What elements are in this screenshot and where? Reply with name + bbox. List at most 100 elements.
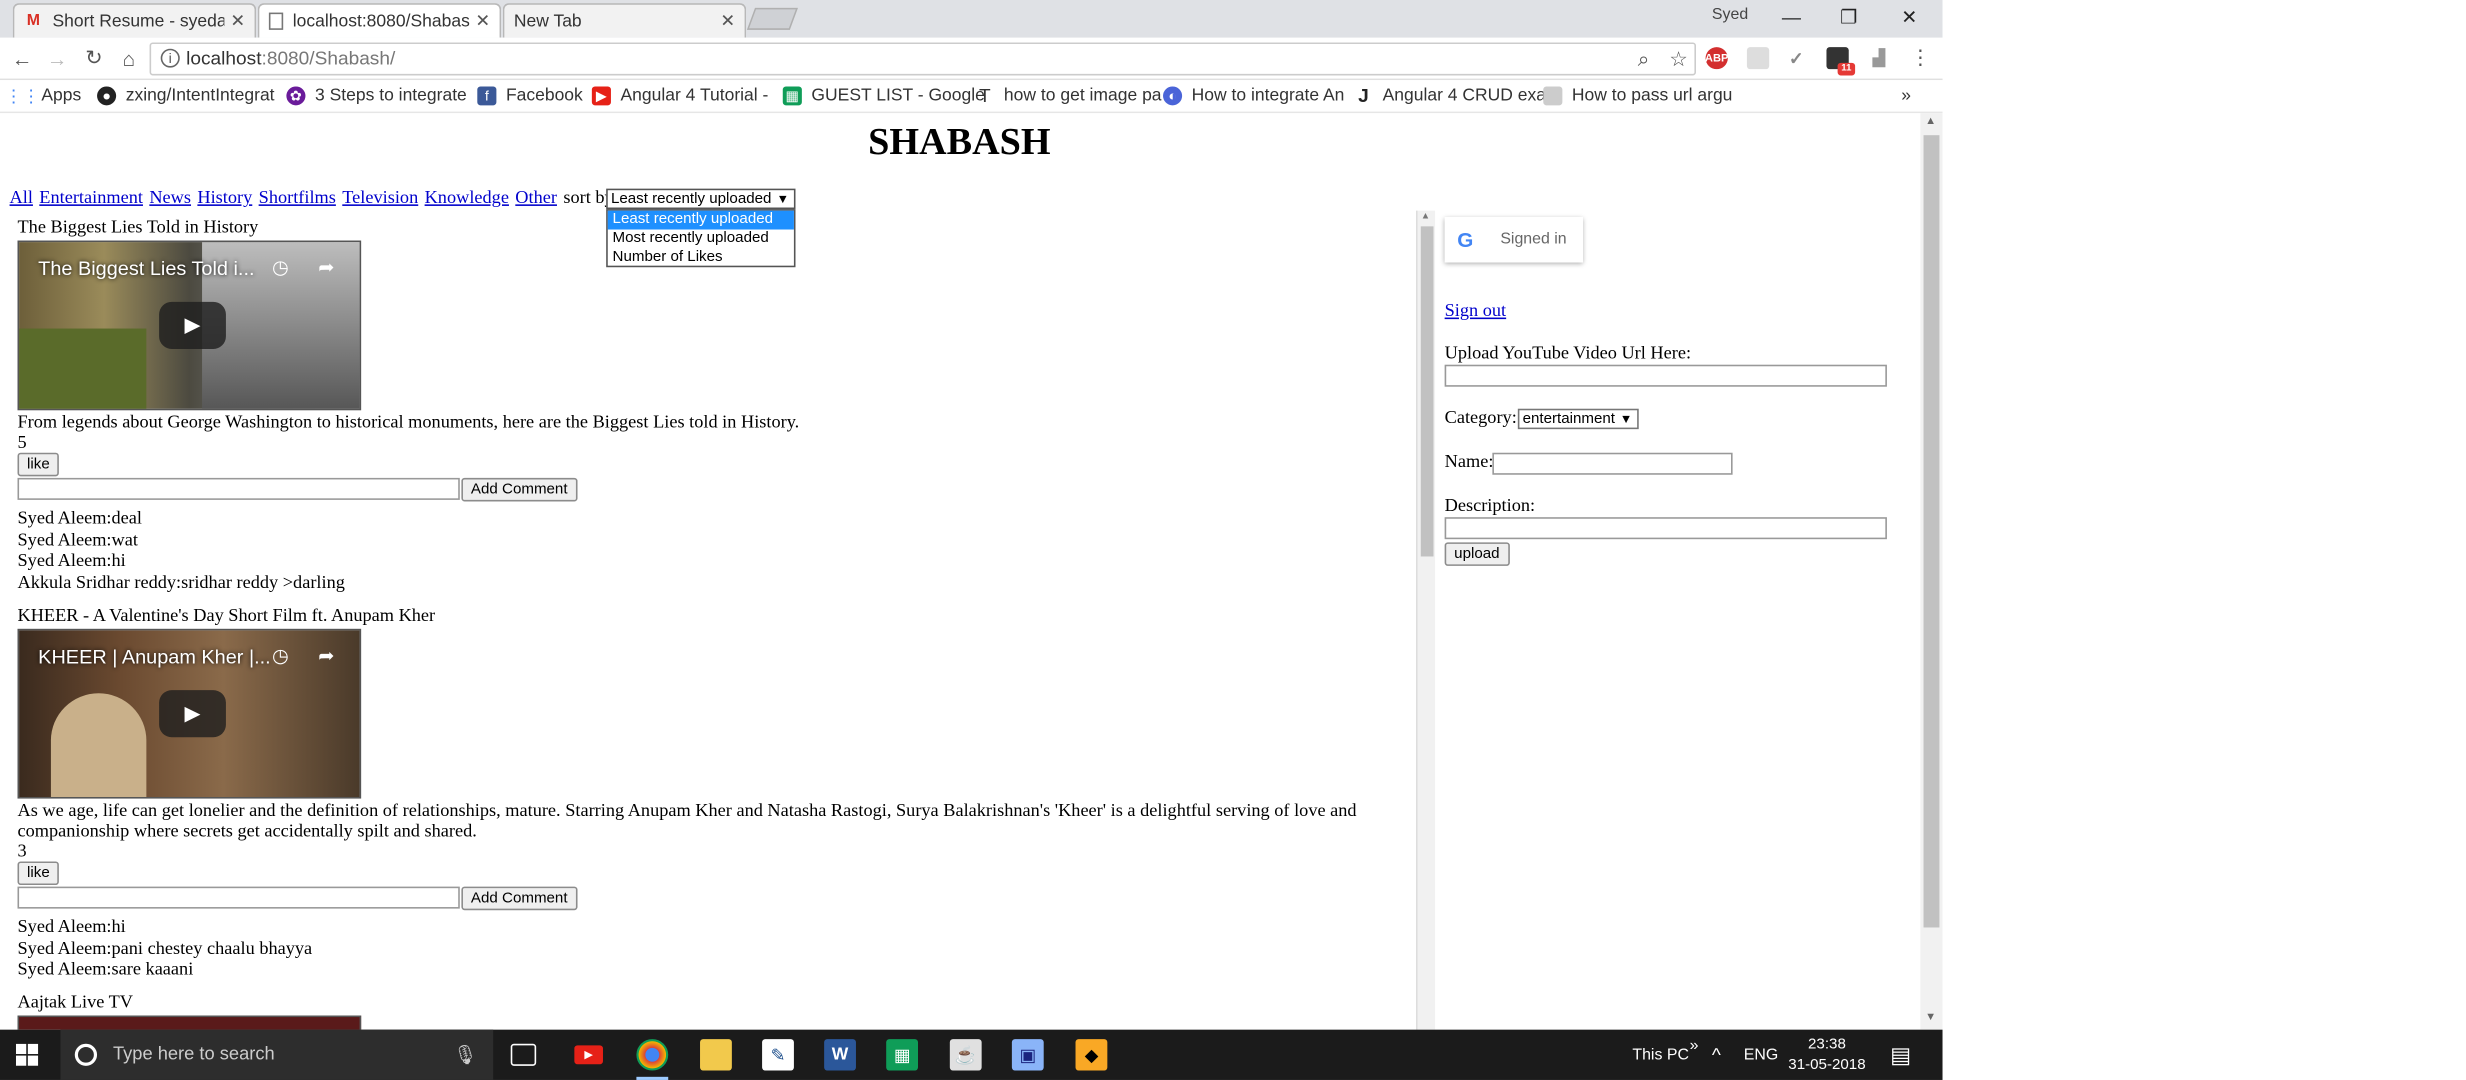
scroll-up-icon[interactable]: ▲: [1421, 212, 1430, 221]
youtube-taskbar-icon[interactable]: ▶: [574, 1045, 603, 1065]
share-icon[interactable]: ➦: [318, 256, 334, 280]
bookmark-item[interactable]: ▦ GUEST LIST - Google: [782, 83, 985, 108]
watch-later-icon[interactable]: ◷: [272, 645, 289, 669]
bookmarks-overflow-icon[interactable]: »: [1901, 83, 1911, 108]
bookmark-item[interactable]: ✿ 3 Steps to integrate: [286, 83, 467, 108]
tab-gmail[interactable]: M Short Resume - syedaleem ✕: [12, 3, 257, 38]
toolbar-overflow[interactable]: »: [1690, 1020, 1699, 1070]
minimize-icon[interactable]: —: [1763, 0, 1820, 35]
add-comment-button[interactable]: Add Comment: [461, 477, 578, 502]
notepad-icon[interactable]: ✎: [762, 1039, 794, 1071]
extension-icon[interactable]: [1746, 47, 1770, 70]
upload-button[interactable]: upload: [1444, 542, 1510, 566]
home-icon[interactable]: ⌂: [116, 46, 141, 71]
comment-list: Syed Aleem:deal Syed Aleem:wat Syed Alee…: [18, 509, 1386, 594]
video-feed: All Entertainment News History Shortfilms Tel…: [0, 113, 1416, 1030]
new-tab-button[interactable]: [746, 7, 798, 30]
profile-name[interactable]: Syed: [1712, 6, 1748, 23]
language-indicator[interactable]: ENG: [1744, 1030, 1778, 1080]
category-history-link[interactable]: History: [197, 189, 252, 208]
site-icon: ✿: [286, 86, 306, 106]
sign-out-link[interactable]: Sign out: [1445, 302, 1507, 321]
bookmark-item[interactable]: f Facebook: [477, 83, 583, 108]
bookmark-star-icon[interactable]: ☆: [1666, 47, 1691, 72]
category-news-link[interactable]: News: [149, 189, 191, 208]
close-icon[interactable]: ✕: [475, 11, 490, 32]
sort-option[interactable]: Number of Likes: [608, 248, 794, 267]
microphone-icon[interactable]: 🎙: [453, 1044, 477, 1066]
site-icon: [1543, 86, 1563, 106]
name-input[interactable]: [1492, 452, 1733, 475]
spreadsheet-icon[interactable]: ▦: [886, 1039, 919, 1071]
ide-icon[interactable]: ◆: [1075, 1039, 1108, 1071]
info-icon[interactable]: i: [160, 48, 180, 68]
watch-later-icon[interactable]: ◷: [272, 256, 289, 280]
close-icon[interactable]: ✕: [720, 11, 735, 32]
feed-scrollbar[interactable]: ▲: [1415, 210, 1436, 1030]
task-view-icon[interactable]: [510, 1043, 537, 1066]
taskbar-search-box[interactable]: Type here to search 🎙: [60, 1029, 494, 1080]
tab-new-tab[interactable]: New Tab ✕: [502, 3, 747, 38]
chart-extension-icon[interactable]: ▟: [1868, 47, 1890, 69]
like-button[interactable]: like: [17, 861, 60, 886]
zoom-icon[interactable]: ⌕: [1631, 47, 1656, 72]
bookmark-item[interactable]: J Angular 4 CRUD exa: [1354, 83, 1546, 108]
clock[interactable]: 23:38 31-05-2018: [1788, 1030, 1865, 1080]
windows-start-icon[interactable]: [15, 1043, 39, 1066]
comment-input[interactable]: [17, 886, 460, 909]
feed-scrollbar-thumb[interactable]: [1420, 226, 1434, 557]
java-icon[interactable]: ☕: [949, 1039, 982, 1071]
action-center-icon[interactable]: ▤: [1890, 1030, 1911, 1080]
window-close-icon[interactable]: ✕: [1881, 0, 1938, 35]
bookmark-item[interactable]: ● zxing/IntentIntegrat: [97, 83, 275, 108]
add-comment-button[interactable]: Add Comment: [461, 886, 578, 911]
comment-input[interactable]: [17, 477, 460, 500]
menu-kebab-icon[interactable]: ⋮: [1908, 46, 1933, 71]
video-player[interactable]: [17, 1015, 362, 1030]
adblock-icon[interactable]: ABP: [1705, 47, 1728, 70]
file-explorer-icon[interactable]: [700, 1039, 732, 1071]
page-scrollbar-thumb[interactable]: [1923, 135, 1940, 928]
sort-option[interactable]: Most recently uploaded: [608, 230, 794, 249]
category-knowledge-link[interactable]: Knowledge: [425, 189, 509, 208]
description-input[interactable]: [1444, 517, 1887, 540]
category-entertainment-link[interactable]: Entertainment: [39, 189, 143, 208]
video-player[interactable]: KHEER | Anupam Kher |... ▶ ◷ ➦: [17, 628, 362, 799]
category-other-link[interactable]: Other: [515, 189, 557, 208]
address-bar[interactable]: i localhost:8080/Shabash/ ⌕ ☆: [149, 42, 1697, 76]
bookmark-item[interactable]: ◐ How to integrate An: [1163, 83, 1344, 108]
bookmark-item[interactable]: ▶ Angular 4 Tutorial -: [591, 83, 768, 108]
close-icon[interactable]: ✕: [230, 11, 245, 32]
restore-icon[interactable]: ❐: [1820, 0, 1877, 35]
back-icon[interactable]: ←: [10, 46, 35, 71]
forward-icon[interactable]: →: [45, 46, 70, 71]
scroll-up-icon[interactable]: ▲: [1925, 116, 1936, 127]
bookmark-item[interactable]: How to pass url argu: [1543, 83, 1732, 108]
video-url-input[interactable]: [1444, 364, 1887, 387]
tab-shabash[interactable]: localhost:8080/Shabash/ ✕: [257, 3, 502, 38]
virtualbox-icon[interactable]: ▣: [1011, 1039, 1044, 1071]
like-button[interactable]: like: [17, 452, 60, 477]
video-item: The Biggest Lies Told in History The Big…: [17, 219, 1386, 595]
category-television-link[interactable]: Television: [342, 189, 418, 208]
play-icon[interactable]: ▶: [159, 301, 226, 349]
category-select[interactable]: entertainment ▼: [1517, 408, 1639, 430]
category-all-link[interactable]: All: [10, 189, 33, 208]
bookmark-apps[interactable]: ⋮⋮ Apps: [5, 83, 82, 108]
bookmark-item[interactable]: Thow to get image pa: [975, 83, 1162, 108]
google-signin-button[interactable]: G Signed in: [1444, 216, 1584, 263]
video-player[interactable]: The Biggest Lies Told i... ▶ ◷ ➦: [17, 240, 362, 411]
scroll-down-icon[interactable]: ▼: [1925, 1012, 1936, 1023]
reload-icon[interactable]: ↻: [81, 46, 106, 71]
play-icon[interactable]: ▶: [159, 690, 226, 738]
page-scrollbar[interactable]: ▲ ▼: [1920, 113, 1943, 1030]
chrome-taskbar-icon[interactable]: [636, 1039, 669, 1071]
category-shortfilms-link[interactable]: Shortfilms: [259, 189, 336, 208]
sort-select[interactable]: Least recently uploaded ▼: [606, 188, 796, 210]
this-pc-label[interactable]: This PC: [1632, 1030, 1689, 1080]
word-icon[interactable]: W: [824, 1039, 856, 1071]
tray-overflow-icon[interactable]: ^: [1712, 1030, 1721, 1080]
check-icon[interactable]: ✓: [1785, 47, 1807, 69]
share-icon[interactable]: ➦: [318, 645, 334, 669]
sort-option[interactable]: Least recently uploaded: [607, 210, 794, 230]
